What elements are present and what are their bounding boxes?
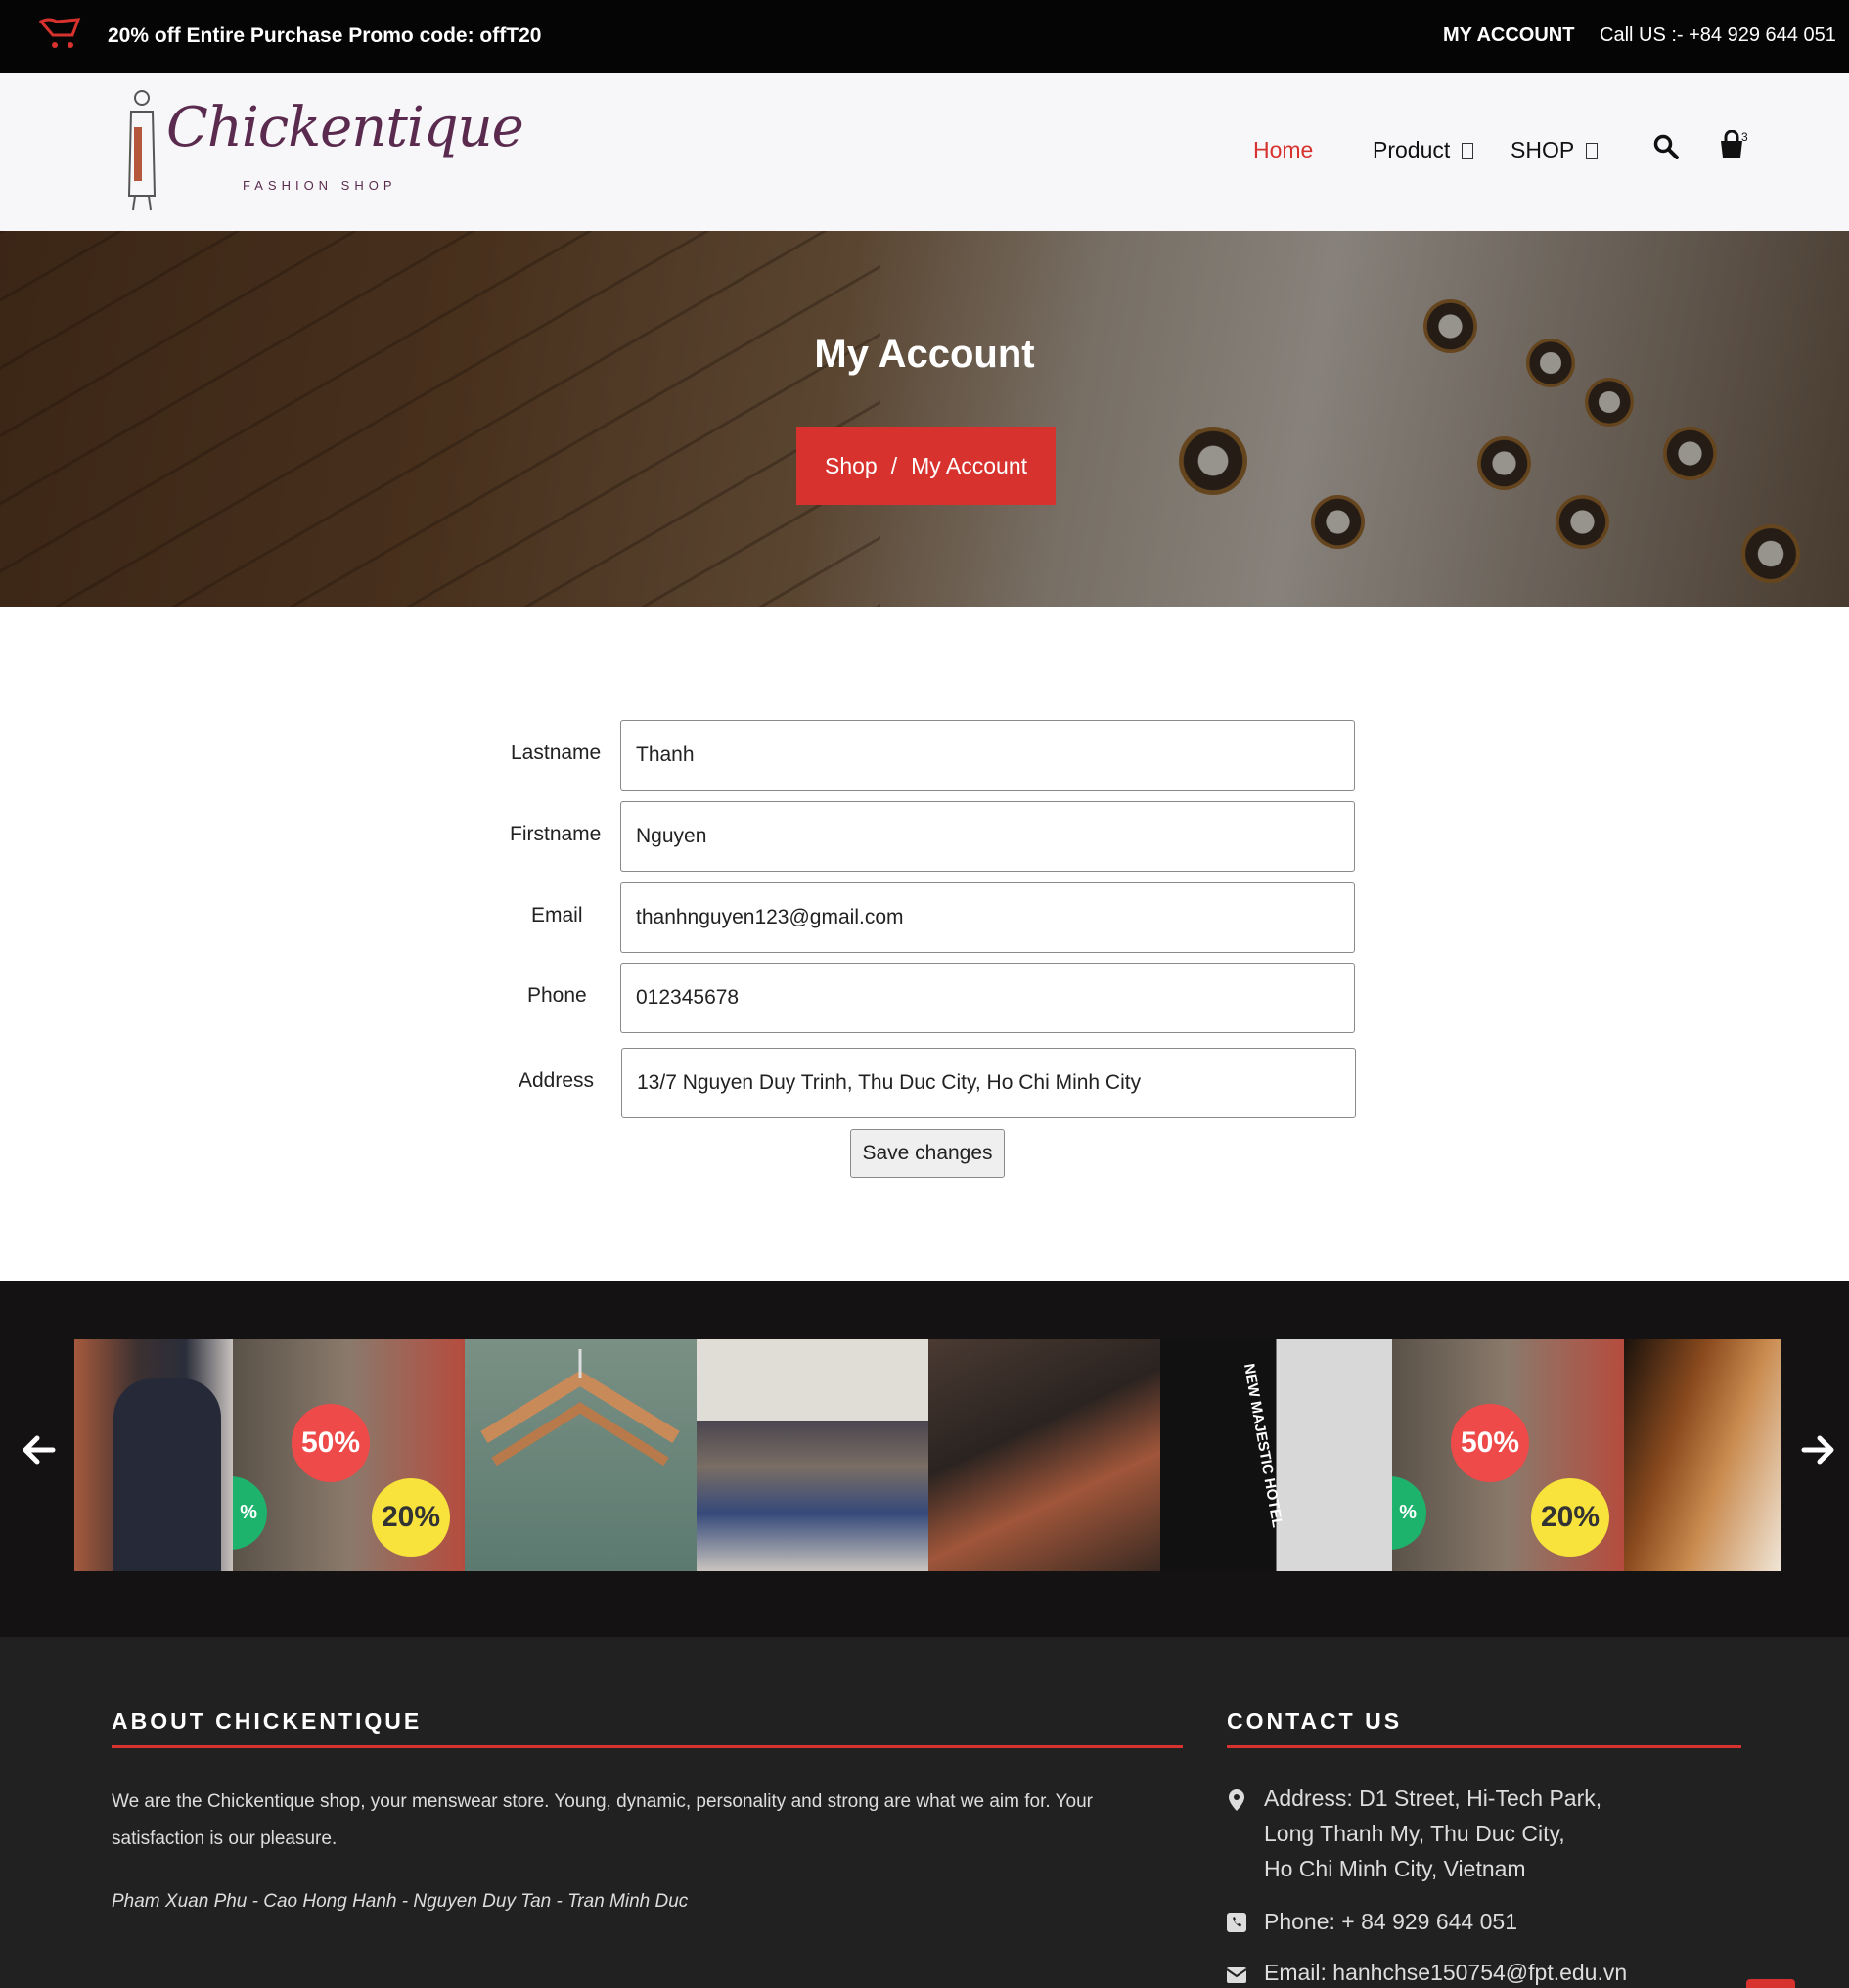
email-label: Email — [531, 904, 583, 926]
badge-50-percent: 50% — [292, 1404, 370, 1482]
email-field[interactable] — [620, 882, 1355, 953]
banner-overlay — [0, 231, 1849, 607]
carousel-tile-fur-coat[interactable] — [1624, 1339, 1781, 1571]
breadcrumb: Shop / My Account — [796, 427, 1056, 505]
contact-email: Email: hanhchse150754@fpt.edu.vn — [1264, 1960, 1628, 1985]
page-banner: My Account Shop / My Account — [0, 231, 1849, 607]
breadcrumb-current: My Account — [911, 452, 1027, 478]
page-title: My Account — [814, 333, 1035, 376]
about-text: We are the Chickentique shop, your mensw… — [112, 1791, 1093, 1849]
envelope-icon — [1226, 1967, 1247, 1983]
breadcrumb-shop-link[interactable]: Shop — [825, 453, 878, 479]
dropdown-caret-icon — [1462, 143, 1474, 159]
my-account-link[interactable]: MY ACCOUNT — [1443, 24, 1574, 47]
mannequin-figure-icon — [127, 90, 157, 211]
carousel-tile-mannequin[interactable] — [74, 1339, 233, 1571]
top-bar: 20% off Entire Purchase Promo code: offT… — [0, 0, 1849, 73]
about-title-underline — [112, 1745, 1183, 1748]
carousel-tile-shoes[interactable] — [928, 1339, 1160, 1571]
contact-address-line2: Long Thanh My, Thu Duc City, — [1264, 1821, 1565, 1846]
carousel-tile-sale[interactable]: 50% 20% % — [233, 1339, 465, 1571]
address-field[interactable] — [621, 1048, 1356, 1118]
badge-partial: % — [1392, 1476, 1426, 1550]
arrow-left-icon[interactable] — [20, 1430, 59, 1469]
carousel-tile-hanger[interactable] — [465, 1339, 697, 1571]
firstname-label: Firstname — [510, 823, 602, 845]
nav-product[interactable]: Product — [1373, 137, 1474, 163]
call-us-text: Call US :- +84 929 644 051 — [1600, 24, 1836, 46]
carousel-tile-sale-2[interactable]: 50% 20% % — [1392, 1339, 1624, 1571]
cart-count-badge: 3 — [1741, 130, 1748, 144]
address-label: Address — [519, 1069, 595, 1092]
badge-20-percent: 20% — [372, 1478, 450, 1557]
badge-20-percent: 20% — [1531, 1478, 1609, 1557]
nav-shop-label: SHOP — [1511, 137, 1575, 162]
about-title: ABOUT CHICKENTIQUE — [112, 1708, 423, 1734]
team-members: Pham Xuan Phu - Cao Hong Hanh - Nguyen D… — [112, 1891, 689, 1912]
logo[interactable]: Chickentique FASHION SHOP — [117, 88, 524, 215]
site-header: Chickentique FASHION SHOP Home Product S… — [0, 73, 1849, 231]
contact-phone: Phone: + 84 929 644 051 — [1264, 1909, 1517, 1934]
tote-bag-text: NEW MAJESTIC HOTEL — [1240, 1362, 1286, 1529]
contact-title: CONTACT US — [1227, 1708, 1403, 1734]
badge-partial: % — [233, 1476, 267, 1550]
contact-address-line1: Address: D1 Street, Hi-Tech Park, — [1264, 1785, 1602, 1811]
carousel-tile-tote-bag[interactable]: NEW MAJESTIC HOTEL — [1160, 1339, 1392, 1571]
breadcrumb-separator: / — [890, 452, 898, 478]
contact-address-line3: Ho Chi Minh City, Vietnam — [1264, 1856, 1526, 1881]
lastname-label: Lastname — [511, 742, 602, 764]
promo-text: 20% off Entire Purchase Promo code: offT… — [108, 24, 542, 47]
phone-label: Phone — [527, 984, 587, 1007]
carousel-tile-clothes-rack[interactable] — [697, 1339, 928, 1571]
nav-home[interactable]: Home — [1253, 137, 1313, 163]
dropdown-caret-icon — [1586, 143, 1599, 159]
nav-shop[interactable]: SHOP — [1511, 137, 1599, 163]
contact-title-underline — [1227, 1745, 1741, 1748]
firstname-field[interactable] — [620, 801, 1355, 872]
back-to-top-button[interactable] — [1746, 1979, 1795, 1988]
phone-field[interactable] — [620, 963, 1355, 1033]
search-icon[interactable] — [1653, 134, 1679, 159]
nav-product-label: Product — [1373, 137, 1451, 162]
badge-50-percent: 50% — [1451, 1404, 1529, 1482]
save-changes-button[interactable]: Save changes — [850, 1129, 1005, 1178]
shopping-cart-icon — [39, 18, 81, 48]
tile-mannequin-shape — [113, 1378, 221, 1571]
lastname-field[interactable] — [620, 720, 1355, 791]
logo-script: Chickentique — [166, 96, 524, 159]
site-footer: ABOUT CHICKENTIQUE We are the Chickentiq… — [0, 1637, 1849, 1988]
logo-subtitle: FASHION SHOP — [243, 178, 397, 193]
phone-square-icon — [1227, 1913, 1246, 1932]
arrow-right-icon[interactable] — [1798, 1430, 1837, 1469]
map-marker-icon — [1229, 1789, 1244, 1811]
hanger-illustration — [480, 1349, 680, 1467]
